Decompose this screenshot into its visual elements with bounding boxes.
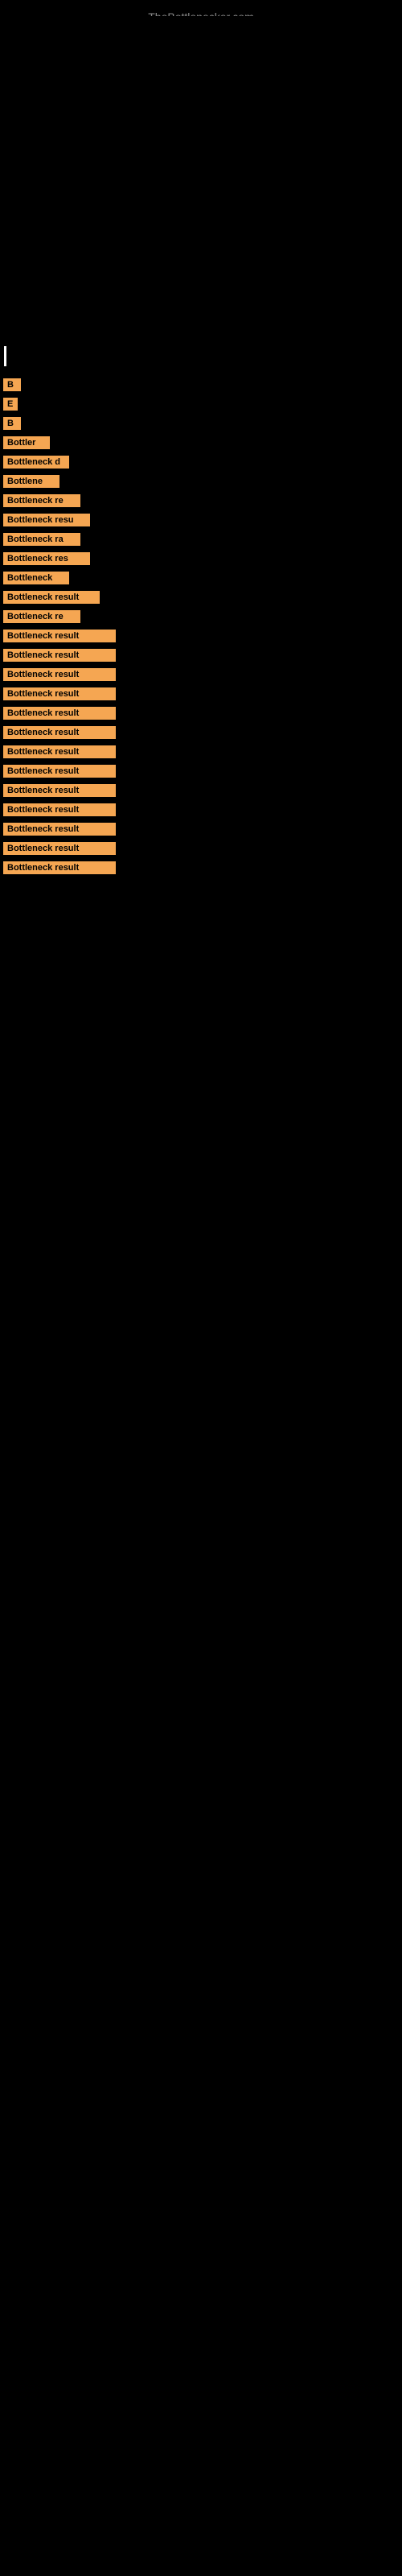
bottleneck-item-22[interactable]: Bottleneck result — [3, 784, 116, 797]
bottleneck-item-11[interactable]: Bottleneck — [3, 572, 69, 584]
bottleneck-item-3[interactable]: B — [3, 417, 21, 430]
bottleneck-item-12[interactable]: Bottleneck result — [3, 591, 100, 604]
bottleneck-item-20[interactable]: Bottleneck result — [3, 745, 116, 758]
row-wrapper-12: Bottleneck result — [0, 591, 402, 604]
row-wrapper-22: Bottleneck result — [0, 784, 402, 797]
row-wrapper-5: Bottleneck d — [0, 456, 402, 469]
row-wrapper-19: Bottleneck result — [0, 726, 402, 739]
row-wrapper-25: Bottleneck result — [0, 842, 402, 855]
bottleneck-item-1[interactable]: B — [3, 378, 21, 391]
bottleneck-item-8[interactable]: Bottleneck resu — [3, 514, 90, 526]
row-wrapper-20: Bottleneck result — [0, 745, 402, 758]
bottleneck-item-25[interactable]: Bottleneck result — [3, 842, 116, 855]
row-wrapper-11: Bottleneck — [0, 572, 402, 584]
row-wrapper-10: Bottleneck res — [0, 552, 402, 565]
row-wrapper-7: Bottleneck re — [0, 494, 402, 507]
bottleneck-item-16[interactable]: Bottleneck result — [3, 668, 116, 681]
row-wrapper-13: Bottleneck re — [0, 610, 402, 623]
bottleneck-item-13[interactable]: Bottleneck re — [3, 610, 80, 623]
bottleneck-item-24[interactable]: Bottleneck result — [3, 823, 116, 836]
row-wrapper-3: B — [0, 417, 402, 430]
bottleneck-item-4[interactable]: Bottler — [3, 436, 50, 449]
bottleneck-item-23[interactable]: Bottleneck result — [3, 803, 116, 816]
bottleneck-item-26[interactable]: Bottleneck result — [3, 861, 116, 874]
row-wrapper-18: Bottleneck result — [0, 707, 402, 720]
bottleneck-item-2[interactable]: E — [3, 398, 18, 411]
bottleneck-items-container: B E B Bottler Bottleneck d Bottlene Bott… — [0, 378, 402, 881]
row-wrapper-1: B — [0, 378, 402, 391]
cursor-indicator — [4, 346, 6, 366]
bottleneck-item-9[interactable]: Bottleneck ra — [3, 533, 80, 546]
row-wrapper-21: Bottleneck result — [0, 765, 402, 778]
bottleneck-item-15[interactable]: Bottleneck result — [3, 649, 116, 662]
row-wrapper-14: Bottleneck result — [0, 630, 402, 642]
row-wrapper-17: Bottleneck result — [0, 687, 402, 700]
bottleneck-item-7[interactable]: Bottleneck re — [3, 494, 80, 507]
bottleneck-item-18[interactable]: Bottleneck result — [3, 707, 116, 720]
row-wrapper-24: Bottleneck result — [0, 823, 402, 836]
bottleneck-item-21[interactable]: Bottleneck result — [3, 765, 116, 778]
bottleneck-item-19[interactable]: Bottleneck result — [3, 726, 116, 739]
chart-area — [24, 16, 394, 354]
bottleneck-item-10[interactable]: Bottleneck res — [3, 552, 90, 565]
row-wrapper-16: Bottleneck result — [0, 668, 402, 681]
bottleneck-item-17[interactable]: Bottleneck result — [3, 687, 116, 700]
row-wrapper-23: Bottleneck result — [0, 803, 402, 816]
row-wrapper-15: Bottleneck result — [0, 649, 402, 662]
bottleneck-item-5[interactable]: Bottleneck d — [3, 456, 69, 469]
row-wrapper-2: E — [0, 398, 402, 411]
row-wrapper-26: Bottleneck result — [0, 861, 402, 874]
row-wrapper-4: Bottler — [0, 436, 402, 449]
row-wrapper-8: Bottleneck resu — [0, 514, 402, 526]
bottleneck-item-6[interactable]: Bottlene — [3, 475, 59, 488]
bottleneck-item-14[interactable]: Bottleneck result — [3, 630, 116, 642]
row-wrapper-6: Bottlene — [0, 475, 402, 488]
row-wrapper-9: Bottleneck ra — [0, 533, 402, 546]
